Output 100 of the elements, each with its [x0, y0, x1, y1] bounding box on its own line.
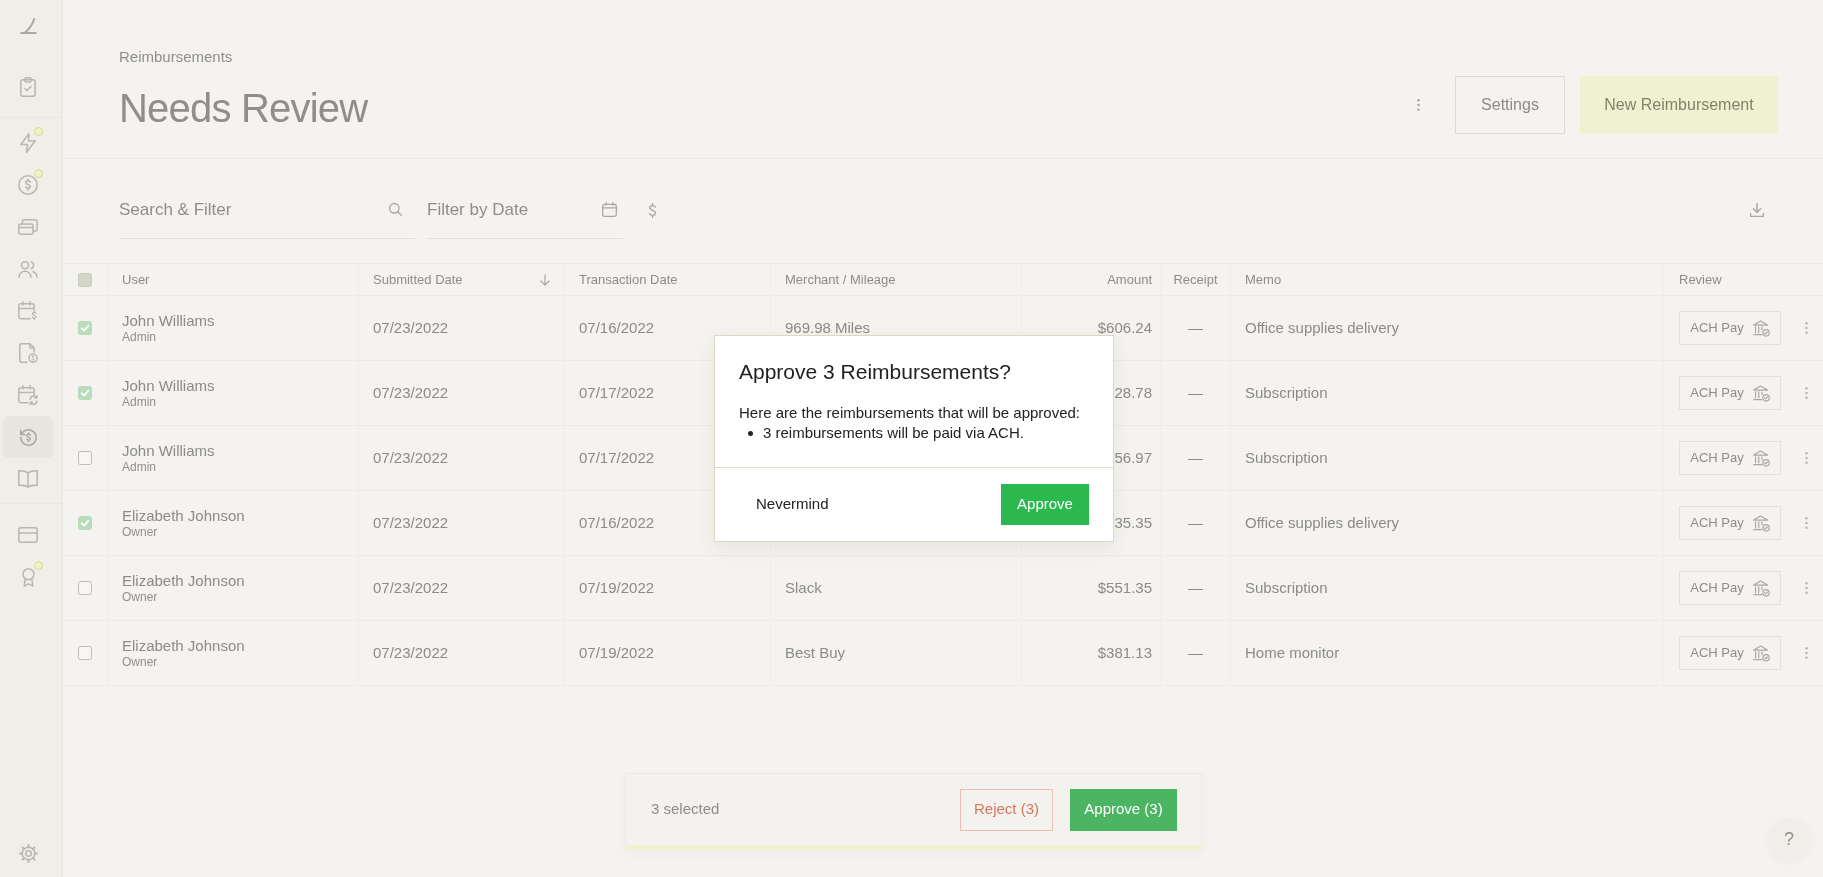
ach-pay-button[interactable]: ACH Pay — [1679, 311, 1781, 345]
selection-count: 3 selected — [651, 799, 720, 820]
bank-check-icon — [1752, 449, 1770, 467]
column-header[interactable]: Memo — [1245, 269, 1282, 290]
table-cell: 07/23/2022 — [373, 646, 449, 660]
table-cell: 07/23/2022 — [373, 581, 449, 595]
kebab-menu-icon[interactable] — [1805, 517, 1808, 529]
column-header[interactable]: Submitted Date — [373, 269, 463, 290]
row-checkbox[interactable] — [78, 451, 92, 465]
date-filter-field[interactable]: Filter by Date — [427, 194, 623, 239]
user-role: Owner — [122, 654, 158, 670]
kebab-menu-icon[interactable] — [1805, 582, 1808, 594]
user-name: Elizabeth Johnson — [122, 506, 245, 525]
table-cell: $551.35 — [1097, 581, 1152, 595]
row-checkbox[interactable] — [78, 386, 92, 400]
table-cell: Subscription — [1245, 581, 1328, 595]
user-role: Owner — [122, 589, 158, 605]
row-checkbox[interactable] — [78, 321, 92, 335]
search-icon — [389, 203, 402, 216]
bank-check-icon — [1752, 384, 1770, 402]
user-role: Admin — [122, 459, 156, 475]
ach-pay-button[interactable]: ACH Pay — [1679, 636, 1781, 670]
kebab-menu-icon[interactable] — [1805, 647, 1808, 659]
column-header[interactable]: Transaction Date — [579, 269, 678, 290]
reject-button[interactable]: Reject (3) — [960, 788, 1053, 831]
stacked-cards-icon — [18, 219, 38, 235]
user-name: John Williams — [122, 311, 215, 330]
user-role: Owner — [122, 524, 158, 540]
dollar-icon[interactable] — [648, 202, 657, 219]
table-cell: 07/23/2022 — [373, 516, 449, 530]
table-cell: 969.98 Miles — [785, 321, 871, 335]
settings-icon[interactable] — [18, 843, 38, 863]
approve-button[interactable]: Approve (3) — [1070, 788, 1177, 831]
bank-check-icon — [1752, 319, 1770, 337]
table-cell: 07/16/2022 — [579, 321, 655, 335]
table-cell: 35.35 — [1114, 516, 1152, 530]
user-name: Elizabeth Johnson — [122, 636, 245, 655]
user-role: Admin — [122, 329, 156, 345]
page-title: Needs Review — [119, 85, 368, 132]
user-role: Admin — [122, 394, 156, 410]
users-icon — [18, 260, 38, 278]
table-cell: Office supplies delivery — [1245, 321, 1399, 335]
user-name: John Williams — [122, 441, 215, 460]
table-cell: — — [1188, 581, 1203, 595]
select-all-checkbox[interactable] — [78, 272, 92, 287]
table-cell: 07/23/2022 — [373, 386, 449, 400]
search-field[interactable]: Search & Filter — [119, 194, 415, 239]
sort-arrow-icon[interactable] — [540, 273, 550, 286]
column-header[interactable]: Amount — [1107, 269, 1152, 290]
kebab-menu-icon[interactable] — [1417, 99, 1420, 111]
book-icon — [18, 470, 38, 488]
table-cell: — — [1188, 451, 1203, 465]
ach-pay-button[interactable]: ACH Pay — [1679, 571, 1781, 605]
calendar-refresh-icon — [18, 385, 38, 405]
table-cell: Slack — [785, 581, 822, 595]
kebab-menu-icon[interactable] — [1805, 452, 1808, 464]
approve-button[interactable]: Approve — [1001, 484, 1089, 525]
calendar-icon — [602, 202, 617, 217]
download-icon[interactable] — [1750, 203, 1764, 217]
table-cell: 07/17/2022 — [579, 386, 655, 400]
table-cell: — — [1188, 516, 1203, 530]
new-reimbursement-button[interactable]: New Reimbursement — [1580, 76, 1778, 134]
user-name: John Williams — [122, 376, 215, 395]
row-checkbox[interactable] — [78, 581, 92, 595]
settings-button[interactable]: Settings — [1455, 76, 1565, 134]
column-header[interactable]: User — [122, 269, 150, 290]
ach-pay-button[interactable]: ACH Pay — [1679, 376, 1781, 410]
breadcrumb-link[interactable]: Reimbursements — [119, 46, 368, 68]
user-name: Elizabeth Johnson — [122, 571, 245, 590]
bank-check-icon — [1752, 579, 1770, 597]
kebab-menu-icon[interactable] — [1805, 387, 1808, 399]
bank-check-icon — [1752, 514, 1770, 532]
table-cell: $606.24 — [1097, 321, 1152, 335]
nevermind-button[interactable]: Nevermind — [739, 485, 846, 524]
table-cell: — — [1188, 321, 1203, 335]
table-cell: 07/23/2022 — [373, 321, 449, 335]
table-cell: 28.78 — [1114, 386, 1152, 400]
row-checkbox[interactable] — [78, 646, 92, 660]
table-cell: 07/23/2022 — [373, 451, 449, 465]
column-header[interactable]: Receipt — [1173, 269, 1218, 290]
award-ribbon-icon — [21, 567, 35, 587]
sidebar-item[interactable] — [3, 416, 53, 458]
table-cell: 07/16/2022 — [579, 516, 655, 530]
table-cell: Best Buy — [785, 646, 846, 660]
help-button[interactable]: ? — [1768, 818, 1810, 860]
bullet-icon — [748, 430, 753, 436]
lightning-icon — [20, 133, 36, 153]
document-dollar-icon — [18, 343, 38, 363]
row-checkbox[interactable] — [78, 516, 92, 530]
table-cell: 07/19/2022 — [579, 646, 655, 660]
table-cell: Subscription — [1245, 451, 1328, 465]
ach-pay-button[interactable]: ACH Pay — [1679, 506, 1781, 540]
list-item-text: 3 reimbursements will be paid via ACH. — [763, 423, 1024, 443]
ach-pay-button[interactable]: ACH Pay — [1679, 441, 1781, 475]
column-header[interactable]: Merchant / Mileage — [785, 269, 896, 290]
dollar-coin-icon — [18, 175, 38, 195]
swoosh-logo-icon[interactable] — [19, 18, 37, 34]
column-header[interactable]: Review — [1679, 269, 1722, 290]
kebab-menu-icon[interactable] — [1805, 322, 1808, 334]
calendar-dollar-icon — [18, 301, 38, 321]
